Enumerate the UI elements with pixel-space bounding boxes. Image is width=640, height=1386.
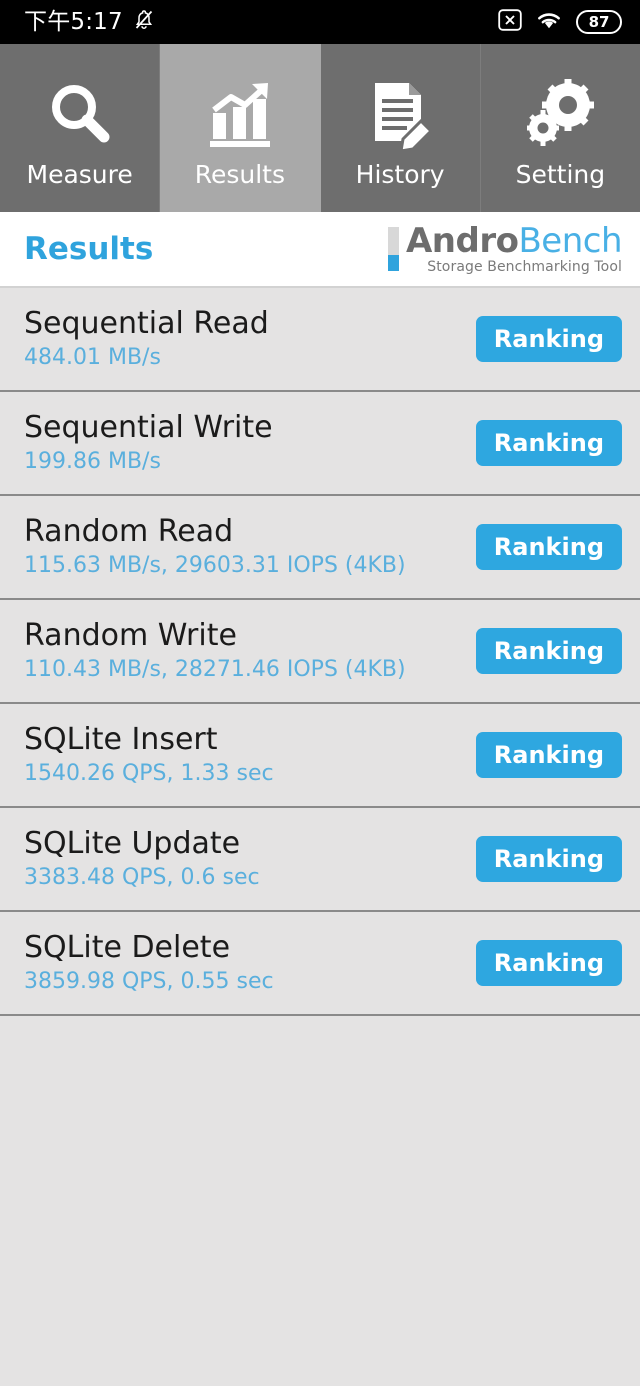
status-clock: 下午5:17 [24,8,123,35]
ranking-button[interactable]: Ranking [475,420,622,466]
result-title: Sequential Read [24,305,269,341]
magnifier-icon [43,75,117,153]
result-text-group: SQLite Update 3383.48 QPS, 0.6 sec [24,825,260,892]
tab-measure-label: Measure [26,160,133,189]
logo-secondary-text: Bench [518,221,622,261]
results-list: Sequential Read 484.01 MB/s Ranking Sequ… [0,288,640,1016]
result-title: Sequential Write [24,409,273,445]
wifi-icon [535,9,563,35]
bar-chart-arrow-icon [203,75,277,153]
result-value: 3383.48 QPS, 0.6 sec [24,865,260,891]
result-title: SQLite Update [24,825,241,861]
ranking-button[interactable]: Ranking [475,836,622,882]
logo-bar-icon [387,227,399,271]
result-value: 115.63 MB/s, 29603.31 IOPS (4KB) [24,553,406,579]
androbench-logo: AndroBench Storage Benchmarking Tool [387,221,623,275]
table-row[interactable]: Sequential Write 199.86 MB/s Ranking [0,392,640,496]
document-pencil-icon [363,75,437,153]
table-row[interactable]: Random Read 115.63 MB/s, 29603.31 IOPS (… [0,496,640,600]
result-value: 484.01 MB/s [24,345,161,371]
androbench-results-screen: 下午5:17 87 Measure Results History Settin… [0,0,640,1386]
logo-text: AndroBench Storage Benchmarking Tool [405,221,623,275]
table-row[interactable]: SQLite Insert 1540.26 QPS, 1.33 sec Rank… [0,704,640,808]
result-text-group: SQLite Insert 1540.26 QPS, 1.33 sec [24,721,274,788]
tab-history[interactable]: History [320,44,481,212]
page-title: Results [24,230,154,267]
ranking-button[interactable]: Ranking [475,316,622,362]
battery-icon: 87 [576,10,622,34]
result-text-group: SQLite Delete 3859.98 QPS, 0.55 sec [24,929,274,996]
result-text-group: Sequential Write 199.86 MB/s [24,409,273,476]
result-value: 110.43 MB/s, 28271.46 IOPS (4KB) [24,657,406,683]
result-value: 199.86 MB/s [24,449,161,475]
result-title: SQLite Delete [24,929,231,965]
ranking-button[interactable]: Ranking [475,940,622,986]
result-title: SQLite Insert [24,721,218,757]
status-bar-left: 下午5:17 [24,8,156,36]
result-title: Random Read [24,513,234,549]
main-tab-bar: Measure Results History Setting [0,44,640,212]
logo-subtitle: Storage Benchmarking Tool [427,259,622,275]
x-box-icon [498,9,522,35]
table-row[interactable]: SQLite Delete 3859.98 QPS, 0.55 sec Rank… [0,912,640,1016]
result-text-group: Sequential Read 484.01 MB/s [24,305,269,372]
result-value: 3859.98 QPS, 0.55 sec [24,969,274,995]
result-value: 1540.26 QPS, 1.33 sec [24,761,274,787]
logo-primary-text: Andro [405,221,519,261]
ranking-button[interactable]: Ranking [475,628,622,674]
gears-icon [523,75,597,153]
tab-setting-label: Setting [515,160,606,189]
tab-measure[interactable]: Measure [0,44,161,212]
result-text-group: Random Read 115.63 MB/s, 29603.31 IOPS (… [24,513,406,580]
page-header: Results AndroBench Storage Benchmarking … [0,212,640,288]
table-row[interactable]: Sequential Read 484.01 MB/s Ranking [0,288,640,392]
tab-results-label: Results [194,160,286,189]
tab-history-label: History [355,160,445,189]
result-title: Random Write [24,617,237,653]
status-bar: 下午5:17 87 [0,0,640,44]
status-bar-right: 87 [498,9,622,35]
ranking-button[interactable]: Ranking [475,732,622,778]
battery-level-text: 87 [588,12,610,31]
ranking-button[interactable]: Ranking [475,524,622,570]
tab-setting[interactable]: Setting [480,44,640,212]
result-text-group: Random Write 110.43 MB/s, 28271.46 IOPS … [24,617,406,684]
bell-muted-icon [132,8,156,36]
tab-results[interactable]: Results [160,44,321,212]
table-row[interactable]: Random Write 110.43 MB/s, 28271.46 IOPS … [0,600,640,704]
table-row[interactable]: SQLite Update 3383.48 QPS, 0.6 sec Ranki… [0,808,640,912]
